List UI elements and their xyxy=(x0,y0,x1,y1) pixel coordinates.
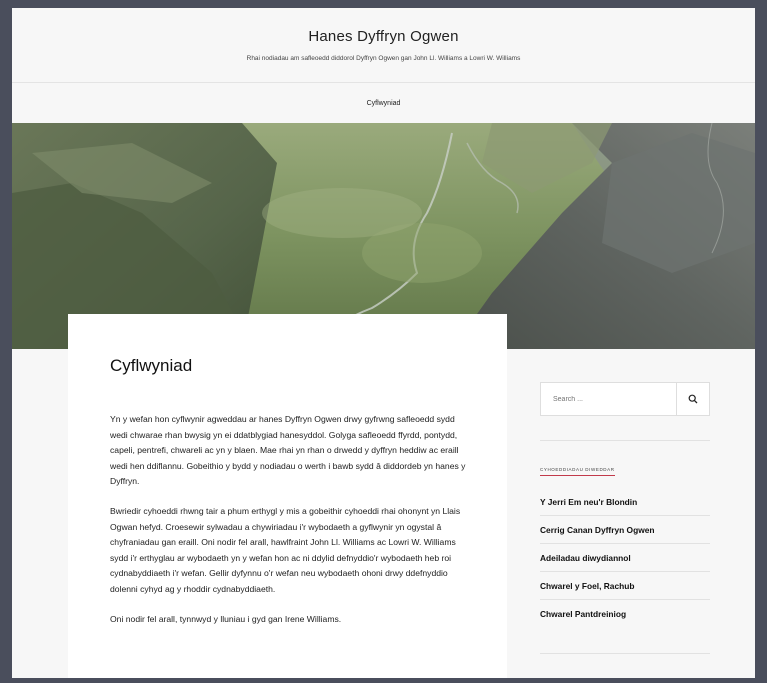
recent-post-link[interactable]: Cerrig Canan Dyffryn Ogwen xyxy=(540,525,654,535)
article-paragraph: Yn y wefan hon cyflwynir agweddau ar han… xyxy=(110,414,466,487)
page-title: Cyflwyniad xyxy=(110,356,193,375)
recent-post-link[interactable]: Y Jerri Em neu'r Blondin xyxy=(540,497,637,507)
recent-posts-list: Y Jerri Em neu'r Blondin Cerrig Canan Dy… xyxy=(540,488,710,627)
divider xyxy=(540,653,710,654)
search-button[interactable] xyxy=(676,383,709,415)
search-input[interactable] xyxy=(541,383,677,415)
recent-post-link[interactable]: Chwarel y Foel, Rachub xyxy=(540,581,634,591)
search-form xyxy=(540,382,710,416)
list-item: Chwarel Pantdreiniog xyxy=(540,600,710,627)
site-description: Rhai nodiadau am safleoedd diddorol Dyff… xyxy=(246,55,521,62)
divider xyxy=(540,440,710,441)
list-item: Cerrig Canan Dyffryn Ogwen xyxy=(540,516,710,544)
widget-title: CYHOEDDIADAU DIWEDDAR xyxy=(540,467,615,476)
article-paragraph: Bwriedir cyhoeddi rhwng tair a phum erth… xyxy=(110,505,461,594)
site-header: Hanes Dyffryn Ogwen Rhai nodiadau am saf… xyxy=(12,8,755,83)
search-icon xyxy=(688,394,698,404)
sidebar: CYHOEDDIADAU DIWEDDAR Y Jerri Em neu'r B… xyxy=(540,382,710,654)
recent-post-link[interactable]: Adeiladau diwydiannol xyxy=(540,553,631,563)
site-title[interactable]: Hanes Dyffryn Ogwen xyxy=(12,8,755,45)
list-item: Chwarel y Foel, Rachub xyxy=(540,572,710,600)
article-card: Cyflwyniad Yn y wefan hon cyflwynir agwe… xyxy=(68,314,507,678)
article-body: Yn y wefan hon cyflwynir agweddau ar han… xyxy=(110,412,470,641)
main-navigation: Cyflwyniad xyxy=(12,83,755,124)
article-paragraph: Oni nodir fel arall, tynnwyd y lluniau i… xyxy=(110,613,342,624)
recent-post-link[interactable]: Chwarel Pantdreiniog xyxy=(540,609,626,619)
nav-item-cyflwyniad[interactable]: Cyflwyniad xyxy=(367,100,401,107)
list-item: Y Jerri Em neu'r Blondin xyxy=(540,488,710,516)
browser-page: Hanes Dyffryn Ogwen Rhai nodiadau am saf… xyxy=(12,8,755,678)
list-item: Adeiladau diwydiannol xyxy=(540,544,710,572)
